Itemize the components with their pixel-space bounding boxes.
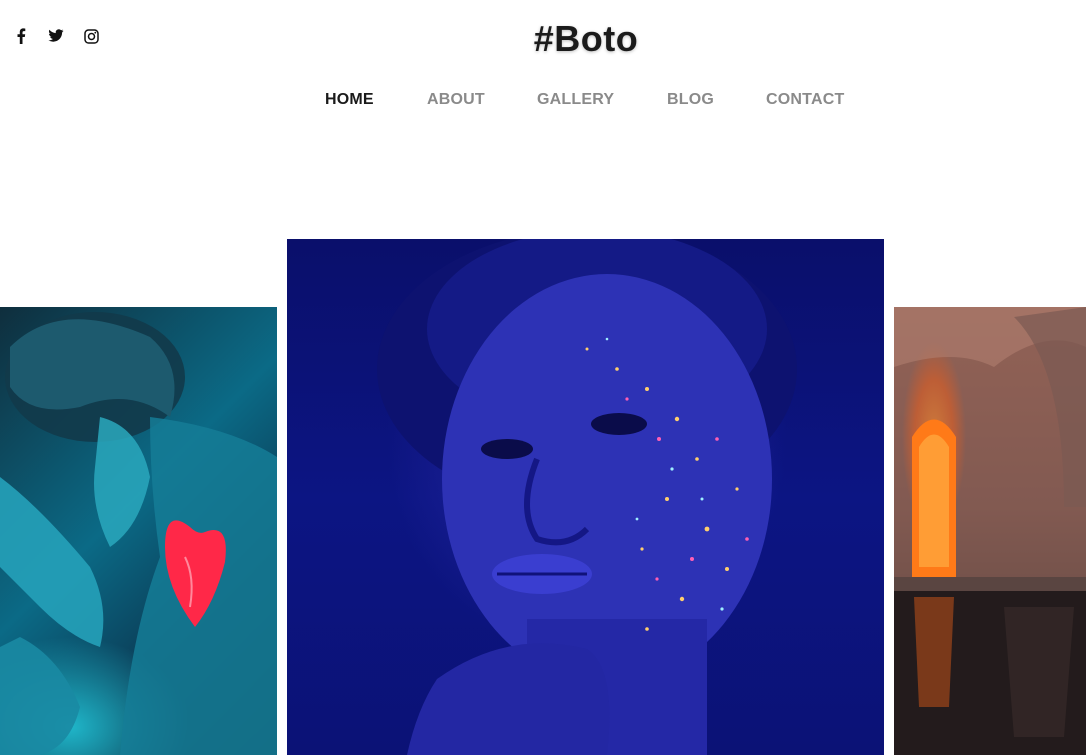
nav-item-home[interactable]: HOME xyxy=(323,90,377,110)
nav-item-label: BLOG xyxy=(667,91,715,108)
nav-item-label: HOME xyxy=(325,91,374,108)
nav-item-label: ABOUT xyxy=(427,91,485,108)
nav-item-label: GALLERY xyxy=(537,91,615,108)
main-nav: HOME ABOUT GALLERY BLOG CONTACT xyxy=(0,90,1086,114)
gallery-image-left[interactable] xyxy=(0,307,277,755)
nav-item-gallery[interactable]: GALLERY xyxy=(537,90,614,110)
man-heart-illustration xyxy=(0,312,277,755)
gallery-image-center[interactable] xyxy=(287,239,884,755)
nav-item-blog[interactable]: BLOG xyxy=(667,90,714,110)
woman-glitter-illustration xyxy=(377,239,797,755)
nav-item-contact[interactable]: CONTACT xyxy=(766,90,844,110)
page: #Boto HOME ABOUT GALLERY BLOG CONTACT xyxy=(0,0,1086,755)
nav-item-about[interactable]: ABOUT xyxy=(427,90,485,110)
site-logo[interactable]: #Boto xyxy=(0,18,1086,60)
gallery-image-right[interactable] xyxy=(894,307,1086,755)
nav-item-label: CONTACT xyxy=(766,91,845,108)
archway-room-illustration xyxy=(894,307,1086,755)
